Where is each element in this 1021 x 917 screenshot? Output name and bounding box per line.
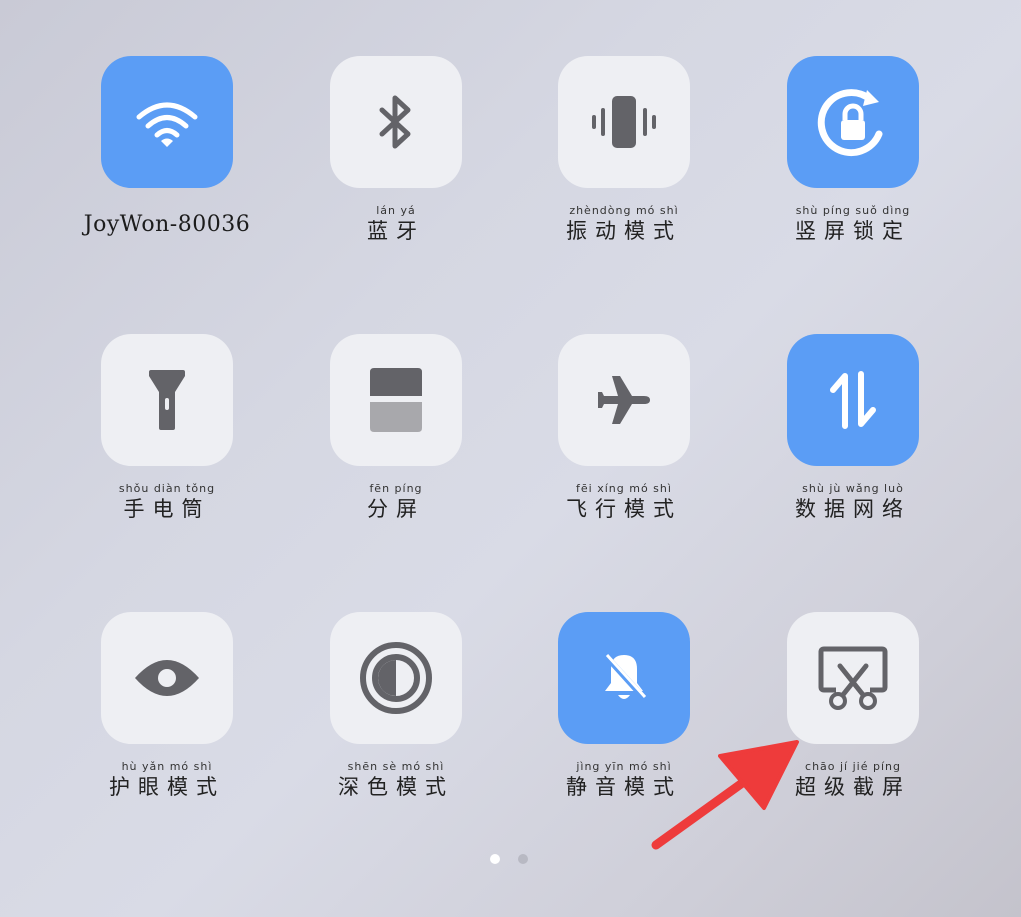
airplane-text: 飞行模式 (566, 497, 682, 521)
airplane-icon (598, 376, 650, 424)
flashlight-icon (149, 370, 185, 430)
eye-care-pinyin: hù yǎn mó shì (121, 760, 213, 773)
super-screenshot-text: 超级截屏 (795, 775, 911, 799)
bluetooth-label: lán yá 蓝牙 (281, 204, 511, 244)
rotation-lock-text: 竖屏锁定 (795, 219, 911, 243)
rotation-lock-toggle[interactable] (787, 56, 919, 188)
rotation-lock-label: shù píng suǒ dìng 竖屏锁定 (738, 204, 968, 244)
mobile-data-icon (830, 371, 876, 429)
rotation-lock-icon (817, 89, 883, 157)
mobile-data-text: 数据网络 (795, 497, 911, 521)
dark-mode-pinyin: shēn sè mó shì (347, 760, 445, 773)
page-indicator[interactable] (490, 854, 528, 864)
bluetooth-toggle[interactable] (330, 56, 462, 188)
page-dot-active[interactable] (490, 854, 500, 864)
silent-mode-pinyin: jìng yīn mó shì (576, 760, 672, 773)
flashlight-pinyin: shǒu diàn tǒng (118, 482, 216, 495)
bluetooth-pinyin: lán yá (376, 204, 416, 217)
wifi-ssid: JoyWon-80036 (83, 212, 251, 237)
super-screenshot-label: chāo jí jié píng 超级截屏 (738, 760, 968, 800)
dark-mode-icon (360, 642, 432, 714)
vibrate-pinyin: zhèndòng mó shì (569, 204, 679, 217)
dark-mode-label: shēn sè mó shì 深色模式 (281, 760, 511, 800)
vibrate-text: 振动模式 (566, 219, 682, 243)
flashlight-label: shǒu diàn tǒng 手电筒 (52, 482, 282, 522)
airplane-pinyin: fēi xíng mó shì (576, 482, 672, 495)
eye-care-text: 护眼模式 (109, 775, 225, 799)
eye-care-label: hù yǎn mó shì 护眼模式 (52, 760, 282, 800)
eye-icon (135, 660, 199, 696)
bluetooth-icon (379, 95, 411, 149)
dark-mode-text: 深色模式 (338, 775, 454, 799)
wifi-icon (136, 102, 198, 147)
bell-off-icon (602, 652, 647, 700)
wifi-label: JoyWon-80036 (52, 212, 282, 238)
mobile-data-toggle[interactable] (787, 334, 919, 466)
split-screen-label: fēn píng 分屏 (281, 482, 511, 522)
silent-mode-label: jìng yīn mó shì 静音模式 (509, 760, 739, 800)
airplane-toggle[interactable] (558, 334, 690, 466)
dark-mode-toggle[interactable] (330, 612, 462, 744)
mobile-data-pinyin: shù jù wǎng luò (802, 482, 904, 495)
bluetooth-text: 蓝牙 (367, 219, 425, 243)
vibrate-toggle[interactable] (558, 56, 690, 188)
rotation-lock-pinyin: shù píng suǒ dìng (795, 204, 911, 217)
mobile-data-label: shù jù wǎng luò 数据网络 (738, 482, 968, 522)
silent-mode-text: 静音模式 (566, 775, 682, 799)
super-screenshot-pinyin: chāo jí jié píng (805, 760, 901, 773)
eye-care-toggle[interactable] (101, 612, 233, 744)
super-screenshot-toggle[interactable] (787, 612, 919, 744)
silent-mode-toggle[interactable] (558, 612, 690, 744)
wifi-toggle[interactable] (101, 56, 233, 188)
screenshot-scissors-icon (818, 646, 888, 710)
flashlight-text: 手电筒 (123, 497, 211, 521)
split-screen-toggle[interactable] (330, 334, 462, 466)
vibrate-icon (592, 96, 656, 148)
split-screen-icon (370, 368, 422, 432)
airplane-label: fēi xíng mó shì 飞行模式 (509, 482, 739, 522)
page-dot[interactable] (518, 854, 528, 864)
split-screen-pinyin: fēn píng (369, 482, 423, 495)
flashlight-toggle[interactable] (101, 334, 233, 466)
vibrate-label: zhèndòng mó shì 振动模式 (509, 204, 739, 244)
split-screen-text: 分屏 (367, 497, 425, 521)
